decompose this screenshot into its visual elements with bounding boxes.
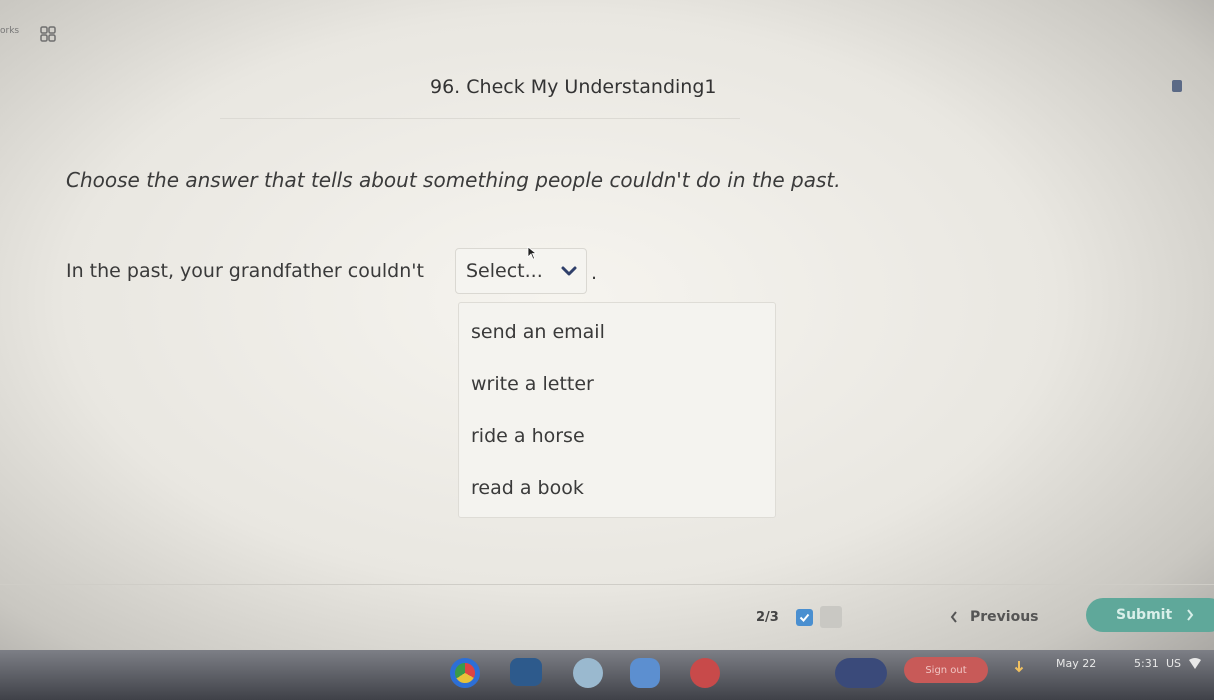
- chevron-down-icon: [561, 266, 577, 276]
- top-label: orks: [0, 26, 20, 36]
- option-read-a-book[interactable]: read a book: [471, 477, 584, 499]
- completed-question-indicator[interactable]: [796, 609, 813, 626]
- shelf-date[interactable]: May 22: [1056, 657, 1096, 670]
- option-write-a-letter[interactable]: write a letter: [471, 373, 594, 395]
- video-app-icon[interactable]: [510, 658, 542, 686]
- question-prompt: Choose the answer that tells about somet…: [66, 168, 841, 192]
- previous-label: Previous: [970, 609, 1039, 625]
- os-shelf: [0, 650, 1214, 700]
- chrome-icon[interactable]: [450, 658, 480, 688]
- footer-divider: [0, 584, 1214, 585]
- sentence-period: .: [591, 262, 598, 284]
- shelf-locale[interactable]: US: [1166, 657, 1181, 670]
- sign-out-button[interactable]: Sign out: [904, 657, 988, 683]
- previous-button[interactable]: Previous: [950, 604, 1039, 630]
- submit-label: Submit: [1116, 607, 1173, 623]
- progress-counter: 2/3: [756, 610, 779, 625]
- app-icon[interactable]: [573, 658, 603, 688]
- select-dropdown-menu: send an email write a letter ride a hors…: [458, 302, 776, 518]
- wifi-icon[interactable]: [1188, 658, 1202, 670]
- page-title: 96. Check My Understanding1: [430, 76, 717, 98]
- shield-app-icon[interactable]: [630, 658, 660, 688]
- title-divider: [220, 118, 740, 119]
- option-ride-a-horse[interactable]: ride a horse: [471, 425, 585, 447]
- bookmark-icon[interactable]: [1172, 80, 1182, 92]
- question-sentence: In the past, your grandfather couldn't: [66, 260, 424, 282]
- palette-app-icon[interactable]: [690, 658, 720, 688]
- select-label: Select...: [466, 260, 543, 282]
- answer-select[interactable]: Select...: [455, 248, 587, 294]
- download-icon[interactable]: [1014, 660, 1024, 676]
- pending-question-indicator[interactable]: [820, 606, 842, 628]
- apps-grid-icon[interactable]: [40, 26, 56, 42]
- chevron-left-icon: [950, 611, 957, 623]
- shelf-time[interactable]: 5:31: [1134, 657, 1159, 670]
- camera-app-icon[interactable]: [835, 658, 887, 688]
- submit-button[interactable]: Submit: [1086, 598, 1214, 632]
- checkmark-icon: [799, 613, 810, 622]
- option-send-an-email[interactable]: send an email: [471, 321, 605, 343]
- chevron-right-icon: [1187, 609, 1194, 621]
- mouse-cursor-icon: [527, 246, 537, 260]
